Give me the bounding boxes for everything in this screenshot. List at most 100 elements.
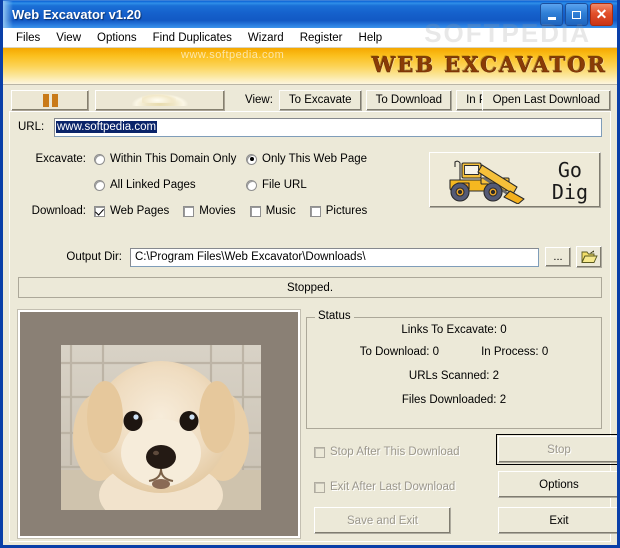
checkbox-music-label: Music	[265, 205, 296, 217]
checkbox-stop-after-this-download[interactable]: Stop After This Download	[314, 446, 460, 458]
url-row: URL: www.softpedia.com	[18, 117, 602, 137]
pause-icon	[42, 93, 58, 107]
menu-item-wizard[interactable]: Wizard	[240, 31, 292, 45]
browse-button[interactable]: ...	[545, 247, 571, 267]
checkbox-stop-after-this-download-icon	[314, 446, 325, 458]
checkbox-pictures-label: Pictures	[325, 205, 368, 217]
view-to-excavate-button[interactable]: To Excavate	[278, 89, 362, 111]
maximize-icon	[572, 10, 581, 19]
checkbox-music[interactable]: Music	[249, 205, 296, 217]
download-process-row: To Download: 0 In Process: 0	[307, 346, 601, 358]
pause-button[interactable]	[11, 89, 89, 111]
menu-item-register[interactable]: Register	[292, 31, 351, 45]
output-dir-value: C:\Program Files\Web Excavator\Downloads…	[135, 251, 366, 263]
window-controls: ✕	[540, 3, 613, 26]
close-button[interactable]: ✕	[590, 3, 613, 26]
radio-file-url-label: File URL	[262, 179, 307, 191]
output-dir-label: Output Dir:	[66, 251, 122, 263]
links-to-excavate: Links To Excavate: 0	[307, 324, 601, 336]
radio-file-url-icon	[246, 179, 257, 191]
to-download-value: 0	[432, 346, 440, 358]
downloaded-image-preview	[18, 310, 300, 538]
radio-only-this-page-label: Only This Web Page	[262, 153, 368, 165]
files-downloaded-value: 2	[499, 394, 507, 406]
app-banner: www.softpedia.com WEB EXCAVATOR	[3, 48, 617, 85]
save-and-exit-button[interactable]: Save and Exit	[314, 507, 451, 534]
checkbox-pictures-icon	[309, 205, 321, 217]
radio-only-this-page-icon	[246, 153, 257, 165]
checkbox-music-icon	[249, 205, 261, 217]
toolbar: View: To Excavate To Download In Process…	[3, 85, 617, 113]
open-folder-icon	[580, 250, 598, 263]
softpedia-url-watermark: www.softpedia.com	[181, 49, 285, 61]
checkbox-web-pages-icon	[94, 205, 105, 217]
url-input-value: www.softpedia.com	[56, 121, 158, 133]
window-title: Web Excavator v1.20	[12, 7, 142, 22]
dirt-pile-button[interactable]	[95, 89, 225, 111]
main-panel: URL: www.softpedia.com Excavate: Within …	[9, 111, 617, 542]
close-icon: ✕	[595, 6, 608, 22]
checkbox-movies-label: Movies	[199, 205, 236, 217]
menu-item-view[interactable]: View	[48, 31, 89, 45]
go-dig-line2: Dig	[551, 180, 588, 204]
radio-file-url[interactable]: File URL	[246, 179, 307, 191]
urls-scanned-value: 2	[492, 370, 500, 382]
go-dig-button[interactable]: Go Dig	[429, 152, 601, 208]
checkbox-pictures[interactable]: Pictures	[309, 205, 368, 217]
urls-scanned: URLs Scanned: 2	[307, 370, 601, 382]
checkbox-exit-after-last-download-label: Exit After Last Download	[330, 481, 456, 493]
title-bar: Web Excavator v1.20 ✕	[3, 0, 617, 28]
radio-all-linked-pages-label: All Linked Pages	[110, 179, 196, 191]
output-dir-input[interactable]: C:\Program Files\Web Excavator\Downloads…	[130, 247, 539, 267]
url-label: URL:	[18, 121, 45, 133]
checkbox-movies-icon	[183, 205, 195, 217]
radio-all-linked-pages-icon	[94, 179, 105, 191]
excavate-row-1: Excavate: Within This Domain Only Only T…	[18, 146, 438, 172]
options-group: Excavate: Within This Domain Only Only T…	[18, 146, 438, 224]
menu-item-files[interactable]: Files	[8, 31, 48, 45]
checkbox-exit-after-last-download[interactable]: Exit After Last Download	[314, 481, 455, 493]
in-process-stat: In Process: 0	[481, 346, 548, 358]
minimize-button[interactable]	[540, 3, 563, 26]
checkbox-movies[interactable]: Movies	[183, 205, 236, 217]
options-button[interactable]: Options	[498, 471, 617, 498]
to-download-label: To Download:	[359, 346, 430, 358]
menu-item-options[interactable]: Options	[89, 31, 145, 45]
maximize-button[interactable]	[565, 3, 588, 26]
to-download-stat: To Download: 0	[360, 346, 439, 358]
urls-scanned-label: URLs Scanned:	[408, 370, 490, 382]
go-dig-text: Go Dig	[552, 159, 588, 203]
go-dig-line1: Go	[557, 158, 582, 182]
download-row: Download: Web Pages Movies Music Picture…	[18, 198, 438, 224]
excavate-label: Excavate:	[35, 153, 87, 165]
excavate-row-2: All Linked Pages File URL	[18, 172, 438, 198]
app-window: Web Excavator v1.20 ✕ Files View Options…	[0, 0, 620, 548]
checkbox-exit-after-last-download-icon	[314, 481, 325, 493]
radio-within-domain-label: Within This Domain Only	[110, 153, 237, 165]
dirt-pile-icon	[132, 94, 188, 106]
files-downloaded: Files Downloaded: 2	[307, 394, 601, 406]
radio-within-domain[interactable]: Within This Domain Only	[94, 153, 246, 165]
excavator-icon	[449, 160, 525, 204]
checkbox-web-pages[interactable]: Web Pages	[94, 205, 169, 217]
radio-within-domain-icon	[94, 153, 105, 165]
open-folder-button[interactable]	[576, 246, 602, 268]
checkbox-stop-after-this-download-label: Stop After This Download	[330, 446, 460, 458]
radio-only-this-page[interactable]: Only This Web Page	[246, 153, 367, 165]
menu-item-help[interactable]: Help	[351, 31, 391, 45]
url-input[interactable]: www.softpedia.com	[54, 117, 602, 137]
status-strip: Stopped.	[18, 277, 602, 298]
radio-all-linked-pages[interactable]: All Linked Pages	[94, 179, 246, 191]
menu-item-find-duplicates[interactable]: Find Duplicates	[145, 31, 240, 45]
puppy-photo-graphic	[61, 345, 261, 510]
exit-button[interactable]: Exit	[498, 507, 617, 534]
view-to-download-button[interactable]: To Download	[365, 89, 453, 111]
banner-title: WEB EXCAVATOR	[371, 52, 607, 77]
links-to-excavate-label: Links To Excavate:	[401, 324, 498, 336]
puppy-photo	[61, 345, 261, 510]
status-strip-text: Stopped.	[286, 281, 334, 294]
in-process-value: 0	[541, 346, 549, 358]
minimize-icon	[547, 16, 556, 20]
stop-button[interactable]: Stop	[496, 434, 617, 465]
open-last-download-button[interactable]: Open Last Download	[481, 89, 611, 111]
